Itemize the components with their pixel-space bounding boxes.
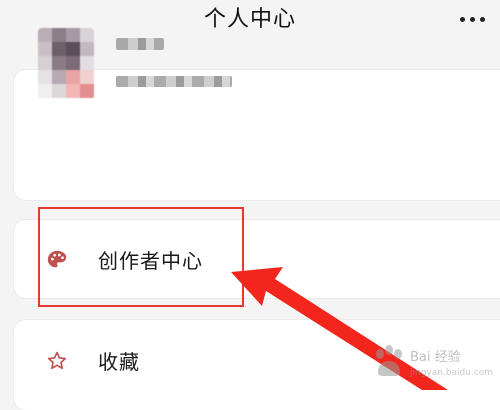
username-blurred bbox=[116, 38, 164, 50]
menu-item-creator-center[interactable] bbox=[14, 220, 500, 298]
baidu-watermark: Bai 经验 jingyan.baidu.com bbox=[372, 342, 496, 394]
paw-icon bbox=[376, 345, 402, 377]
palette-icon bbox=[47, 250, 67, 268]
more-options-icon[interactable] bbox=[458, 17, 488, 25]
star-icon bbox=[47, 351, 67, 370]
watermark-text: Bai 经验 bbox=[410, 350, 461, 365]
creator-center-label: 创作者中心 bbox=[98, 249, 203, 273]
avatar[interactable] bbox=[38, 28, 94, 100]
watermark-url: jingyan.baidu.com bbox=[410, 368, 494, 378]
user-id-blurred bbox=[116, 76, 232, 87]
favorites-label: 收藏 bbox=[98, 350, 140, 374]
